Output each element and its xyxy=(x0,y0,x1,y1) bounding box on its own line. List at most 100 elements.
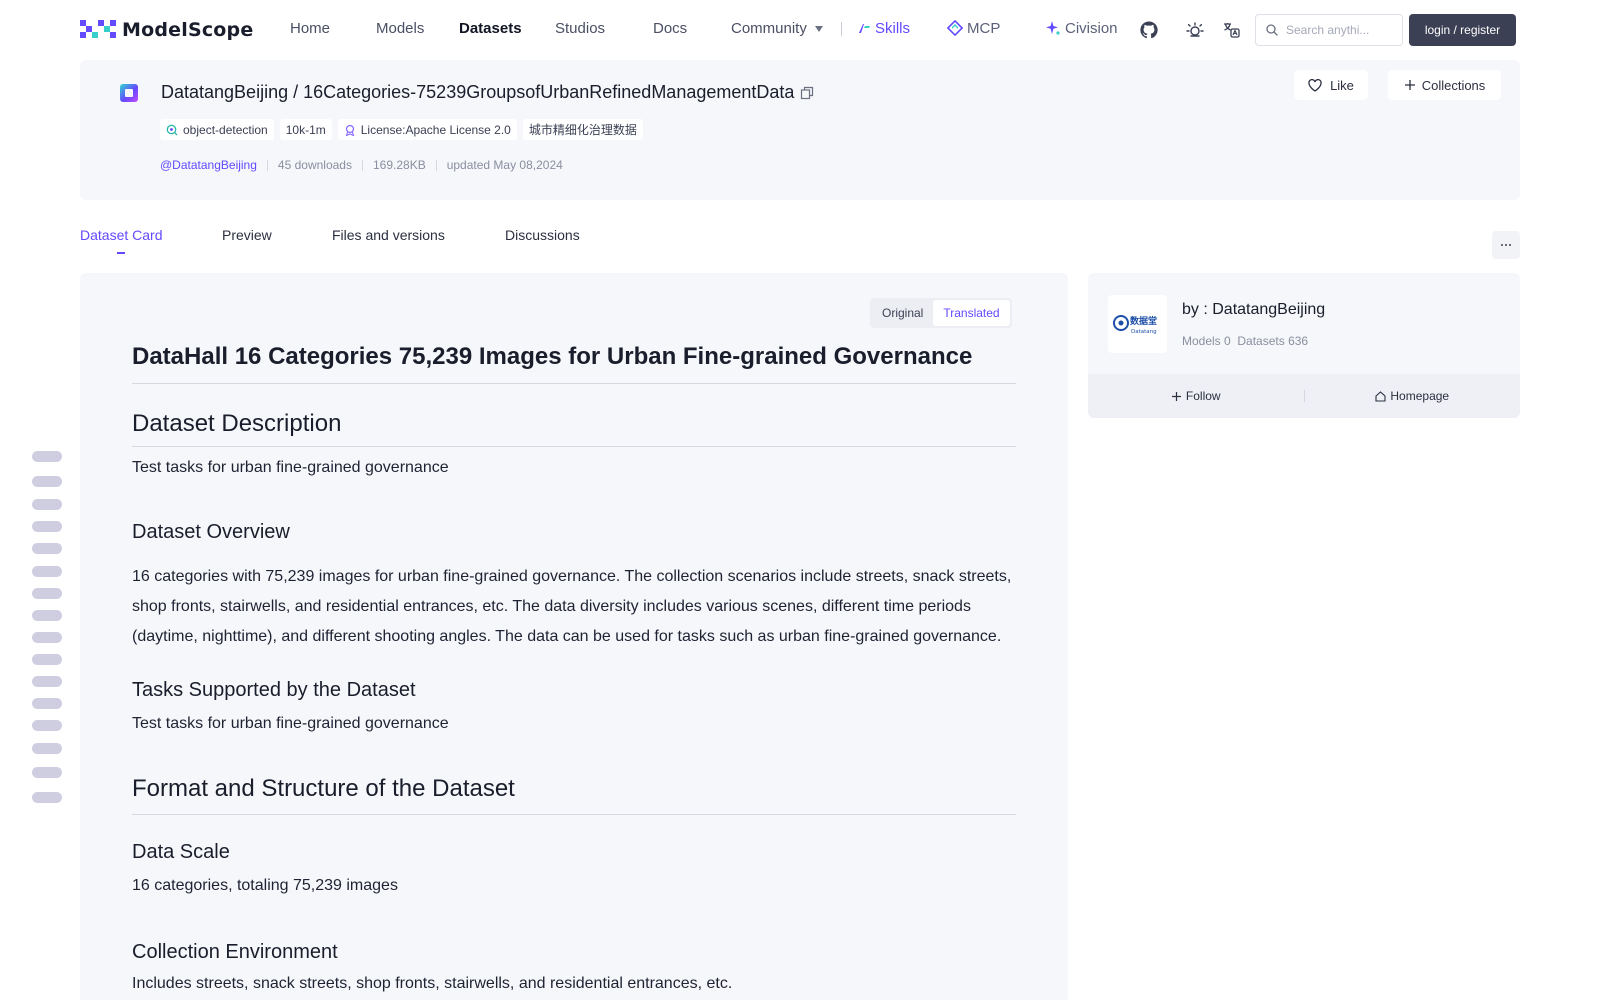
search-box[interactable] xyxy=(1255,14,1403,46)
plus-icon xyxy=(1404,80,1415,90)
search-input[interactable] xyxy=(1286,23,1386,37)
collections-button[interactable]: Collections xyxy=(1388,70,1501,100)
dataset-title: DatatangBeijing / 16Categories-75239Grou… xyxy=(161,82,814,103)
tag-task-label: object-detection xyxy=(183,122,268,137)
nav-civision[interactable]: Civision xyxy=(1045,20,1118,37)
nav-datasets[interactable]: Datasets xyxy=(459,20,522,37)
author-stats: Models 0 Datasets 636 xyxy=(1182,334,1308,348)
tag-task[interactable]: object-detection xyxy=(160,119,274,140)
author-avatar[interactable]: 数据堂 Datatang xyxy=(1108,295,1167,353)
heading-tasks-supported: Tasks Supported by the Dataset xyxy=(132,679,416,701)
heading-dataset-description: Dataset Description xyxy=(132,410,342,437)
owner-link[interactable]: @DatatangBeijing xyxy=(160,158,257,172)
toc-item[interactable] xyxy=(32,698,62,709)
toc-item[interactable] xyxy=(32,451,62,462)
tag-size-label: 10k-1m xyxy=(285,122,326,137)
more-options-icon[interactable] xyxy=(1492,231,1520,259)
homepage-label: Homepage xyxy=(1390,389,1450,403)
toc-item[interactable] xyxy=(32,476,62,487)
heart-icon xyxy=(1308,78,1322,92)
chevron-down-icon xyxy=(814,26,823,33)
divider xyxy=(132,814,1016,815)
meta-divider xyxy=(266,159,268,171)
tab-files-and-versions[interactable]: Files and versions xyxy=(332,227,445,243)
meta-divider xyxy=(361,159,363,171)
nav-mcp[interactable]: MCP xyxy=(946,19,1000,37)
toc-item[interactable] xyxy=(32,588,62,599)
login-register-button[interactable]: login / register xyxy=(1409,14,1516,46)
toc-item[interactable] xyxy=(32,792,62,803)
nav-docs[interactable]: Docs xyxy=(653,20,687,37)
dataset-icon xyxy=(120,84,138,102)
nav-skills-label: Skills xyxy=(875,20,911,37)
nav-divider xyxy=(841,22,842,36)
sparkle-icon xyxy=(1046,21,1060,35)
dataset-title-text: DatatangBeijing / 16Categories-75239Grou… xyxy=(161,82,795,102)
author-models-count[interactable]: Models 0 xyxy=(1182,334,1231,348)
toc-item[interactable] xyxy=(32,566,62,577)
homepage-button[interactable]: Homepage xyxy=(1305,389,1521,403)
top-navigation: ModelScope Home Models Datasets Studios … xyxy=(0,0,1600,58)
nav-studios[interactable]: Studios xyxy=(555,20,605,37)
nav-community-label: Community xyxy=(731,20,807,37)
dataset-header: DatatangBeijing / 16Categories-75239Grou… xyxy=(80,60,1520,200)
toggle-original[interactable]: Original xyxy=(872,300,933,326)
updated-date: updated May 08,2024 xyxy=(446,158,563,172)
nav-home[interactable]: Home xyxy=(290,20,330,37)
toc-item[interactable] xyxy=(32,654,62,665)
downloads-count: 45 downloads xyxy=(277,158,352,172)
github-icon[interactable] xyxy=(1139,20,1159,40)
toc-item[interactable] xyxy=(32,743,62,754)
heading-dataset-overview: Dataset Overview xyxy=(132,521,290,543)
tag-domain[interactable]: 城市精细化治理数据 xyxy=(522,119,643,140)
language-icon[interactable] xyxy=(1221,20,1241,40)
toc-item[interactable] xyxy=(32,499,62,510)
tag-license[interactable]: License:Apache License 2.0 xyxy=(337,119,517,140)
search-icon xyxy=(1266,24,1278,36)
modelscope-logo[interactable]: ModelScope xyxy=(80,18,253,42)
paragraph-description: Test tasks for urban fine-grained govern… xyxy=(132,459,449,476)
heading-collection-environment: Collection Environment xyxy=(132,941,338,963)
doc-title: DataHall 16 Categories 75,239 Images for… xyxy=(132,343,973,370)
toc-item[interactable] xyxy=(32,720,62,731)
nav-civision-label: Civision xyxy=(1065,20,1118,37)
heading-data-scale: Data Scale xyxy=(132,841,230,863)
tag-domain-label: 城市精细化治理数据 xyxy=(528,123,637,137)
mcp-icon xyxy=(946,19,964,37)
paragraph-overview: 16 categories with 75,239 images for urb… xyxy=(132,568,1012,645)
dataset-tags: object-detection 10k-1m License:Apache L… xyxy=(160,119,643,140)
paragraph-collection-environment: Includes streets, snack streets, shop fr… xyxy=(132,975,733,992)
license-icon xyxy=(345,124,354,136)
dataset-meta: @DatatangBeijing 45 downloads 169.28KB u… xyxy=(160,158,563,172)
skills-icon xyxy=(859,24,870,33)
dataset-card-content: Original Translated DataHall 16 Categori… xyxy=(80,273,1068,1000)
follow-button[interactable]: Follow xyxy=(1088,389,1304,403)
toggle-translated[interactable]: Translated xyxy=(933,300,1010,326)
like-button[interactable]: Like xyxy=(1294,70,1368,100)
tag-license-label: License:Apache License 2.0 xyxy=(360,122,511,137)
meta-divider xyxy=(435,159,437,171)
nav-community[interactable]: Community xyxy=(731,20,823,37)
divider xyxy=(132,446,1016,447)
heading-format-structure: Format and Structure of the Dataset xyxy=(132,775,515,802)
tab-discussions[interactable]: Discussions xyxy=(505,227,580,243)
theme-sun-icon[interactable] xyxy=(1185,20,1205,40)
toc-item[interactable] xyxy=(32,610,62,621)
tab-dataset-card[interactable]: Dataset Card xyxy=(80,227,162,243)
toc-item[interactable] xyxy=(32,676,62,687)
nav-models[interactable]: Models xyxy=(376,20,424,37)
toc-item[interactable] xyxy=(32,632,62,643)
object-detection-icon xyxy=(166,124,178,135)
toc-item[interactable] xyxy=(32,767,62,778)
author-datasets-count[interactable]: Datasets 636 xyxy=(1237,334,1308,348)
plus-icon xyxy=(1171,391,1181,401)
divider xyxy=(132,383,1016,384)
author-name[interactable]: by : DatatangBeijing xyxy=(1182,301,1325,319)
toc-item[interactable] xyxy=(32,543,62,554)
datatang-logo-icon: 数据堂 Datatang xyxy=(1112,315,1157,335)
copy-icon[interactable] xyxy=(800,86,814,100)
toc-item[interactable] xyxy=(32,521,62,532)
tab-preview[interactable]: Preview xyxy=(222,227,272,243)
nav-skills[interactable]: Skills xyxy=(857,20,910,37)
tag-size[interactable]: 10k-1m xyxy=(279,119,332,140)
